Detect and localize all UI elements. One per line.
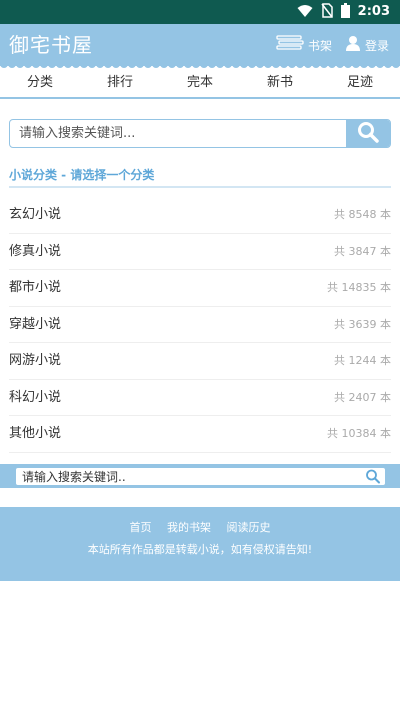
wifi-icon	[297, 3, 313, 22]
search-icon	[357, 121, 379, 147]
category-name: 修真小说	[9, 243, 62, 259]
status-bar: 2:03	[0, 0, 400, 24]
category-list: 玄幻小说 共 8548 本 修真小说 共 3847 本 都市小说 共 14835…	[9, 197, 391, 453]
battery-icon	[340, 2, 350, 22]
footer-links: 首页 我的书架 阅读历史	[0, 520, 400, 536]
footer-link-bookshelf[interactable]: 我的书架	[167, 521, 211, 534]
tab-completed[interactable]: 完本	[160, 69, 240, 97]
search-input[interactable]	[10, 120, 347, 147]
category-count: 共 8548 本	[334, 208, 391, 221]
search-button[interactable]	[346, 120, 390, 147]
section-title: 小说分类 - 请选择一个分类	[9, 166, 391, 188]
category-name: 穿越小说	[9, 316, 62, 332]
bookshelf-label: 书架	[308, 39, 333, 53]
login-link[interactable]: 登录	[345, 35, 389, 57]
category-name: 其他小说	[9, 426, 62, 441]
tab-categories[interactable]: 分类	[0, 69, 80, 97]
category-count: 共 3639 本	[334, 317, 391, 331]
user-icon	[345, 35, 361, 57]
app-header: 御宅书屋 书架 登录	[0, 24, 400, 66]
no-sim-icon	[321, 2, 333, 22]
category-item-chuanyue[interactable]: 穿越小说 共 3639 本	[9, 307, 391, 343]
footer-search-bar	[0, 464, 400, 488]
category-count: 共 1244 本	[334, 354, 391, 367]
tab-rankings[interactable]: 排行	[80, 69, 160, 97]
tab-new-books[interactable]: 新书	[240, 69, 320, 97]
category-name: 网游小说	[9, 353, 62, 368]
category-name: 都市小说	[9, 280, 62, 295]
category-count: 共 14835 本	[327, 281, 391, 294]
footer-link-history[interactable]: 阅读历史	[227, 521, 271, 534]
category-item-dushi[interactable]: 都市小说 共 14835 本	[9, 270, 391, 307]
category-count: 共 10384 本	[327, 427, 391, 440]
category-count: 共 2407 本	[334, 390, 391, 404]
search-bar	[9, 119, 391, 148]
category-name: 科幻小说	[9, 389, 62, 405]
category-item-kehuan[interactable]: 科幻小说 共 2407 本	[9, 380, 391, 416]
tab-history[interactable]: 足迹	[320, 69, 400, 97]
site-title[interactable]: 御宅书屋	[9, 32, 93, 58]
bookshelf-link[interactable]: 书架	[276, 35, 332, 57]
status-time: 2:03	[357, 4, 390, 19]
site-footer: 首页 我的书架 阅读历史 本站所有作品都是转载小说，如有侵权请告知!	[0, 507, 400, 581]
footer-search-box	[16, 468, 385, 485]
footer-search-icon[interactable]	[365, 469, 381, 484]
footer-notice: 本站所有作品都是转载小说，如有侵权请告知!	[87, 543, 313, 556]
login-label: 登录	[365, 39, 390, 53]
footer-link-home[interactable]: 首页	[130, 521, 152, 534]
footer-search-input[interactable]	[16, 468, 356, 485]
category-nav: 分类 排行 完本 新书 足迹	[0, 69, 400, 99]
category-item-qita[interactable]: 其他小说 共 10384 本	[9, 416, 391, 453]
category-item-xuanhuan[interactable]: 玄幻小说 共 8548 本	[9, 197, 391, 234]
books-icon	[276, 35, 304, 57]
category-item-wangyou[interactable]: 网游小说 共 1244 本	[9, 343, 391, 380]
category-count: 共 3847 本	[334, 244, 391, 258]
category-name: 玄幻小说	[9, 207, 62, 222]
category-item-xiuzhen[interactable]: 修真小说 共 3847 本	[9, 234, 391, 270]
